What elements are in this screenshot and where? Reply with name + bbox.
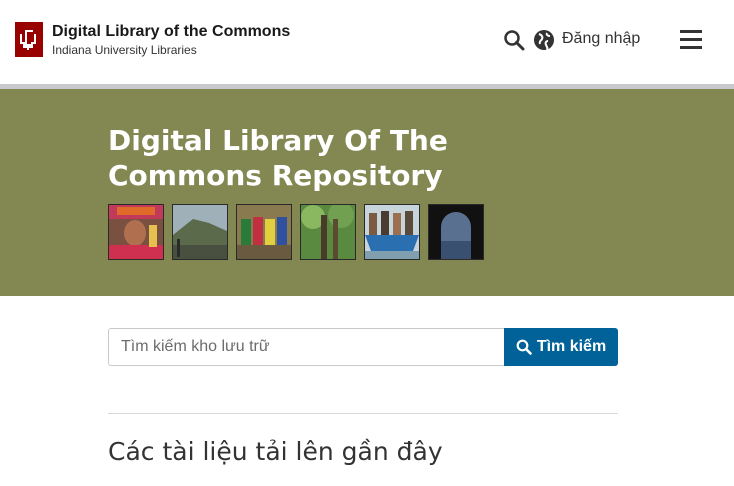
search-button[interactable]: Tìm kiếm (504, 328, 618, 366)
login-link[interactable]: Đăng nhập (562, 30, 640, 48)
site-subtitle: Indiana University Libraries (52, 43, 197, 57)
thumbnail-portrait[interactable] (108, 204, 164, 260)
thumbnail-boat[interactable] (364, 204, 420, 260)
hero-banner: Digital Library Of The Commons Repositor… (0, 89, 734, 296)
thumbnail-forest[interactable] (300, 204, 356, 260)
search-form: Tìm kiếm (108, 328, 618, 366)
thumbnail-group[interactable] (236, 204, 292, 260)
iu-logo-icon[interactable] (15, 22, 43, 57)
menu-icon[interactable] (680, 28, 702, 50)
search-input[interactable] (108, 328, 504, 366)
thumbnail-window[interactable] (428, 204, 484, 260)
thumbnail-strip (108, 204, 484, 260)
search-icon[interactable] (503, 29, 525, 51)
site-header: Digital Library of the Commons Indiana U… (0, 0, 734, 89)
section-divider (108, 413, 618, 414)
site-title[interactable]: Digital Library of the Commons (52, 23, 290, 41)
globe-icon[interactable] (533, 29, 555, 51)
recent-uploads-heading: Các tài liệu tải lên gần đây (108, 437, 443, 466)
thumbnail-coast[interactable] (172, 204, 228, 260)
search-button-icon (516, 339, 532, 355)
banner-title: Digital Library Of The Commons Repositor… (108, 124, 448, 192)
search-button-label: Tìm kiếm (536, 338, 607, 355)
